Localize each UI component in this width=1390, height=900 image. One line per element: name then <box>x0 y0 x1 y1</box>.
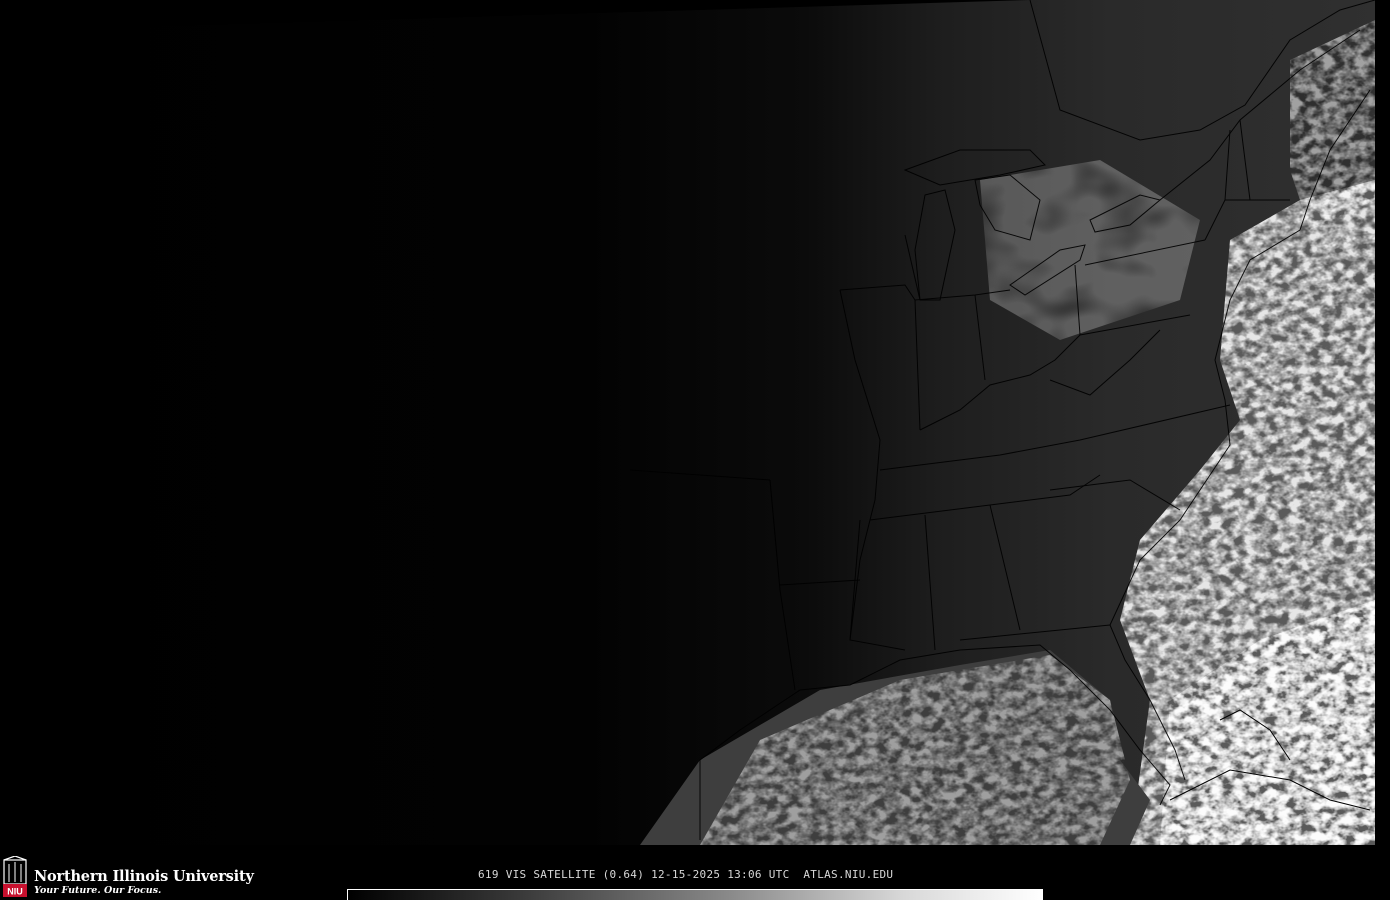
footer-bar: NIU Northern Illinois University Your Fu… <box>0 850 1390 900</box>
satellite-swath <box>38 0 1375 845</box>
product-caption: 619 VIS SATELLITE (0.64) 12-15-2025 13:0… <box>478 868 894 881</box>
satellite-map <box>38 0 1376 845</box>
org-tagline: Your Future. Our Focus. <box>34 885 162 896</box>
niu-seal-text: NIU <box>7 887 23 897</box>
niu-logo[interactable]: NIU Northern Illinois University Your Fu… <box>2 856 254 898</box>
org-name: Northern Illinois University <box>34 868 254 885</box>
grayscale-colorbar <box>347 889 1043 900</box>
satellite-viewer: NIU Northern Illinois University Your Fu… <box>0 0 1390 900</box>
niu-seal-icon: NIU <box>3 856 27 897</box>
